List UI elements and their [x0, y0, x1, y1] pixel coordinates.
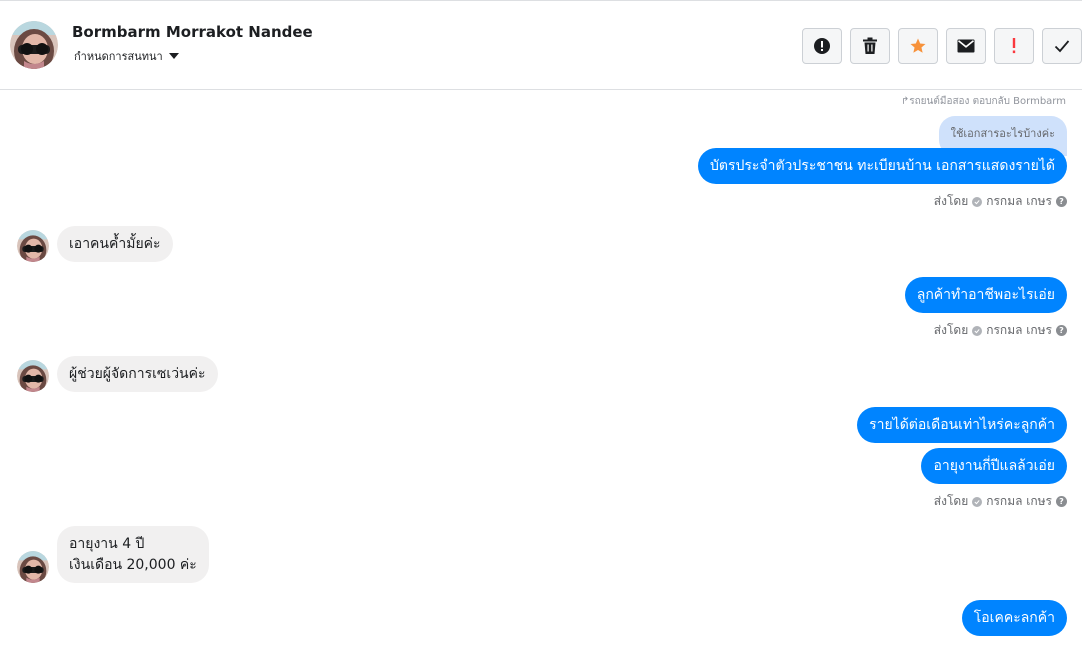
conversation-header: Bormbarm Morrakot Nandee กำหนดการสนทนา	[0, 0, 1082, 90]
checkmark-icon	[1054, 40, 1070, 53]
caret-down-icon	[168, 53, 179, 59]
sent-by-label: ส่งโดย	[933, 494, 969, 508]
star-icon	[910, 38, 926, 53]
sent-by-line: ส่งโดย กรกมล เกษร ?	[934, 492, 1067, 511]
contact-avatar[interactable]	[17, 551, 49, 583]
delete-button[interactable]	[850, 28, 890, 64]
help-icon[interactable]: ?	[1056, 496, 1067, 507]
contact-avatar[interactable]	[10, 21, 58, 69]
envelope-icon	[957, 39, 975, 53]
alert-circle-icon	[814, 38, 830, 54]
message-line: เงินเดือน 20,000 ค่ะ	[69, 557, 197, 573]
mark-unread-button[interactable]	[946, 28, 986, 64]
outgoing-message[interactable]: โอเคคะลกค้า	[961, 600, 1067, 636]
trash-icon	[863, 37, 877, 54]
incoming-message[interactable]: อายุงาน 4 ปี เงินเดือน 20,000 ค่ะ	[57, 526, 209, 583]
conversation-settings-dropdown[interactable]: กำหนดการสนทนา	[74, 47, 179, 65]
conversation-settings-label: กำหนดการสนทนา	[74, 50, 163, 63]
sender-name[interactable]: กรกมล เกษร	[986, 192, 1052, 211]
contact-avatar[interactable]	[17, 360, 49, 392]
incoming-message[interactable]: ผู้ช่วยผู้จัดการเซเว่นค่ะ	[57, 356, 218, 392]
check-badge-icon	[972, 196, 983, 207]
outgoing-message[interactable]: รายได้ต่อเดือนเท่าไหร่คะลูกค้า	[857, 407, 1067, 443]
contact-name[interactable]: Bormbarm Morrakot Nandee	[72, 23, 313, 41]
incoming-message[interactable]: เอาคนค้ำมั้ยค่ะ	[57, 226, 173, 262]
sender-name[interactable]: กรกมล เกษร	[986, 492, 1052, 511]
sent-by-line: ส่งโดย กรกมล เกษร ?	[934, 192, 1067, 211]
outgoing-message[interactable]: บัตรประจำตัวประชาชน ทะเบียนบ้าน เอกสารแส…	[697, 148, 1067, 184]
sent-by-label: ส่งโดย	[933, 194, 969, 208]
check-badge-icon	[972, 496, 983, 507]
outgoing-message[interactable]: ลูกค้าทำอาชีพอะไรเอ่ย	[904, 277, 1067, 313]
mark-spam-button[interactable]	[994, 28, 1034, 64]
message-line: อายุงาน 4 ปี	[69, 536, 145, 552]
exclamation-icon	[1012, 38, 1016, 54]
sent-by-label: ส่งโดย	[933, 323, 969, 337]
help-icon[interactable]: ?	[1056, 196, 1067, 207]
reply-context: ↱รถยนต์มือสอง ตอบกลับ Bormbarm	[900, 96, 1066, 107]
outgoing-message[interactable]: อายุงานกี่ปีแลล้วเอ่ย	[921, 448, 1067, 484]
check-badge-icon	[972, 325, 983, 336]
help-icon[interactable]: ?	[1056, 325, 1067, 336]
mark-done-button[interactable]	[1042, 28, 1082, 64]
star-button[interactable]	[898, 28, 938, 64]
contact-avatar[interactable]	[17, 230, 49, 262]
sent-by-line: ส่งโดย กรกมล เกษร ?	[934, 321, 1067, 340]
sender-name[interactable]: กรกมล เกษร	[986, 321, 1052, 340]
report-button[interactable]	[802, 28, 842, 64]
